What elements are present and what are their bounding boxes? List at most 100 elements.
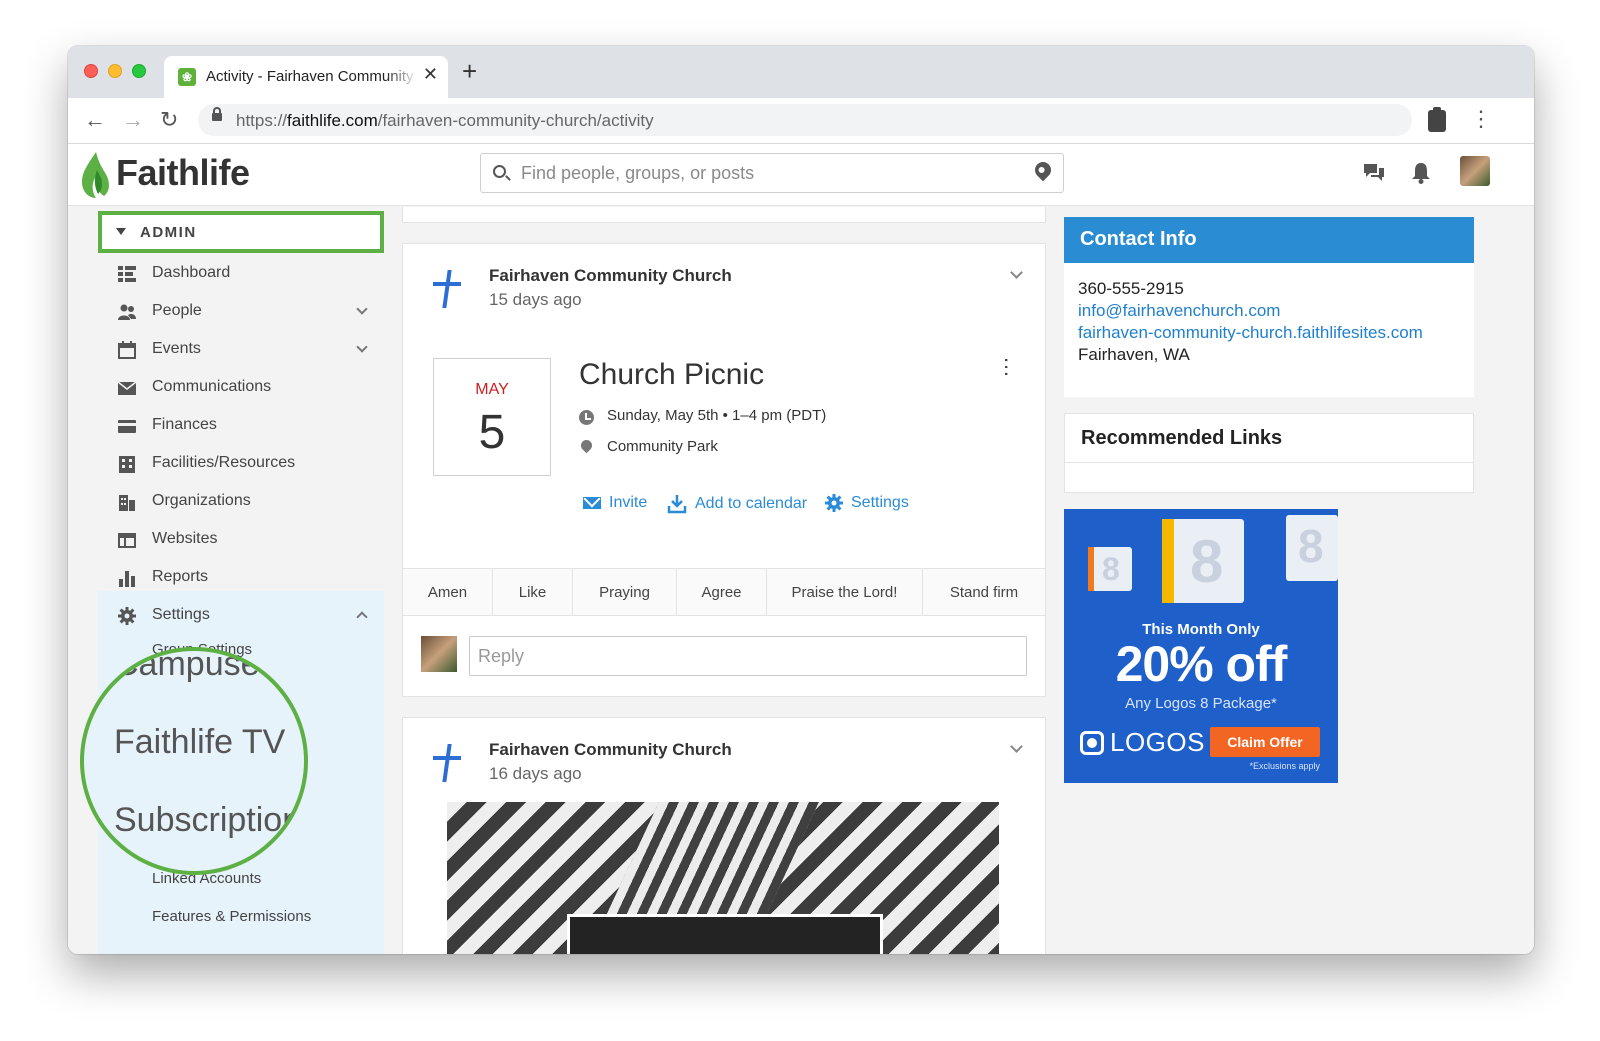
ad-headline: 20% off [1115,636,1288,692]
envelope-icon [118,381,136,395]
reaction-amen[interactable]: Amen [403,569,493,615]
chevron-down-icon[interactable] [1010,266,1023,279]
sidebar-subitem-faithlife-tv[interactable]: Faithlife TV [114,723,285,762]
gear-icon [825,494,843,512]
post-author[interactable]: Fairhaven Community Church [489,266,732,286]
gear-icon [118,607,136,625]
invite-button[interactable]: Invite [583,494,647,512]
sidebar-item-communications[interactable]: Communications [98,369,384,407]
back-icon[interactable]: ← [84,106,106,134]
post-author[interactable]: Fairhaven Community Church [489,740,732,760]
logos-wordmark: LOGOS [1110,727,1205,757]
browser-menu-icon[interactable]: ⋮ [1470,107,1492,131]
search-box[interactable] [480,153,1064,193]
add-to-calendar-button[interactable]: Add to calendar [667,494,807,514]
event-settings-button[interactable]: Settings [825,494,909,512]
sidebar-item-facilities[interactable]: Facilities/Resources [98,445,384,483]
search-input[interactable] [521,154,1021,192]
sidebar-item-label: Facilities/Resources [152,454,296,471]
previous-post-card [402,207,1046,223]
contact-info-card: Contact Info 360-555-2915 info@fairhaven… [1064,217,1474,397]
event-time: 1–4 pm (PDT) [732,407,827,424]
invite-label: Invite [609,494,648,511]
divider [1065,462,1473,463]
event-month: MAY [475,381,509,398]
post-card: Fairhaven Community Church 16 days ago [402,717,1046,954]
sidebar-item-organizations[interactable]: Organizations [98,483,384,521]
contact-location: Fairhaven, WA [1078,345,1190,364]
reaction-praise-the-lord[interactable]: Praise the Lord! [767,569,923,615]
more-options-icon[interactable]: … [1000,356,1025,378]
contact-info-title: Contact Info [1080,228,1197,250]
sidebar-item-label: People [152,302,202,319]
reaction-like[interactable]: Like [493,569,573,615]
logos-ad-banner[interactable]: 8 8 8 This Month Only 20% off Any Logos … [1064,509,1338,783]
sidebar-item-people[interactable]: People [98,293,384,331]
browser-tab[interactable]: ❀ Activity - Fairhaven Community Church … [164,56,448,98]
sidebar-subitem-features-permissions[interactable]: Features & Permissions [152,908,311,925]
notifications-bell-icon[interactable] [1411,162,1431,189]
box-number: 8 [1102,551,1120,587]
ad-footnote: *Exclusions apply [1249,761,1320,771]
reaction-praying[interactable]: Praying [573,569,677,615]
minimize-window-button[interactable] [108,64,122,78]
claim-offer-button[interactable]: Claim Offer [1210,727,1320,757]
caret-down-icon [116,228,126,235]
chevron-down-icon[interactable] [356,303,368,315]
settings-label: Settings [851,494,909,511]
sidebar-subitem-campuses[interactable]: Campuses [114,651,277,684]
brand-logo[interactable]: Faithlife [116,152,250,194]
url-text[interactable]: https://faithlife.com/fairhaven-communit… [236,111,654,131]
event-day: 5 [478,406,506,459]
post-timestamp[interactable]: 15 days ago [489,290,582,310]
lock-icon [212,107,222,121]
sidebar-item-finances[interactable]: Finances [98,407,384,445]
admin-section-header[interactable]: ADMIN [98,211,384,253]
main-content: ADMIN Dashboard People Events Communicat… [68,207,1534,954]
maximize-window-button[interactable] [132,64,146,78]
crosswalk-photo[interactable] [447,802,999,954]
clock-icon [579,410,594,425]
event-date: Sunday, May 5th [607,407,719,424]
forward-icon[interactable]: → [122,106,144,134]
browser-icon [118,533,136,548]
browser-window: ❀ Activity - Fairhaven Community Church … [68,46,1534,954]
reaction-agree[interactable]: Agree [677,569,767,615]
sidebar-item-reports[interactable]: Reports [98,559,384,597]
browser-toolbar: ← → ↻ https://faithlife.com/fairhaven-co… [68,98,1534,144]
chevron-up-icon[interactable] [356,611,368,623]
chevron-down-icon[interactable] [356,341,368,353]
sidebar-item-events[interactable]: Events [98,331,384,369]
sidebar-item-dashboard[interactable]: Dashboard [98,255,384,293]
contact-website-link[interactable]: fairhaven-community-church.faithlifesite… [1078,323,1423,343]
reload-icon[interactable]: ↻ [160,106,178,134]
tab-close-icon[interactable]: ✕ [423,64,438,85]
recommended-links-card: Recommended Links [1064,413,1474,493]
faithlife-favicon-icon: ❀ [178,68,196,86]
chevron-down-icon[interactable] [1010,740,1023,753]
sidebar-item-label: Events [152,340,201,357]
sidebar-item-websites[interactable]: Websites [98,521,384,559]
post-timestamp[interactable]: 16 days ago [489,764,582,784]
new-tab-button[interactable]: + [462,58,477,84]
event-title[interactable]: Church Picnic [579,358,764,392]
clipboard-extension-icon[interactable] [1428,107,1446,132]
search-icon [493,165,506,178]
event-date-box: MAY 5 [433,358,551,476]
address-bar[interactable]: https://faithlife.com/fairhaven-communit… [198,104,1412,136]
logos-silver-box-image: 8 [1286,515,1338,581]
chat-icon[interactable] [1362,162,1386,189]
sidebar-item-label: Dashboard [152,264,231,281]
close-window-button[interactable] [84,64,98,78]
box-number: 8 [1298,520,1324,572]
reaction-stand-firm[interactable]: Stand firm [923,569,1045,615]
sidebar-subitem-subscriptions[interactable]: Subscriptions [114,801,304,840]
location-pin-icon [578,437,595,454]
sidebar-item-settings[interactable]: Settings [98,597,384,635]
location-pin-icon[interactable] [1031,158,1055,182]
user-avatar[interactable] [1460,156,1490,186]
people-icon [118,304,136,320]
reply-input[interactable] [469,636,1027,676]
add-to-calendar-label: Add to calendar [695,495,808,512]
contact-email-link[interactable]: info@fairhavenchurch.com [1078,301,1280,321]
